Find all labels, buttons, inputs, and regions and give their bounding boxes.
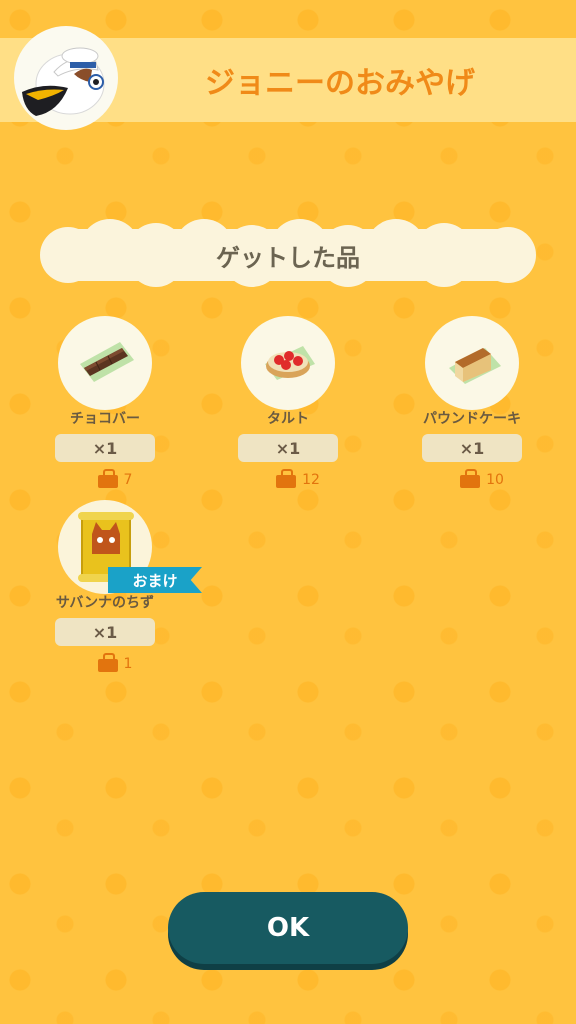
page-title: ジョニーのおみやげ bbox=[205, 66, 475, 101]
item-card[interactable]: パウンドケーキ ×1 10 bbox=[407, 316, 537, 491]
item-quantity: ×1 bbox=[238, 434, 338, 462]
bag-icon bbox=[97, 468, 118, 488]
section-title: ゲットした品 bbox=[216, 243, 360, 272]
item-name: サバンナのちず bbox=[55, 595, 155, 611]
item-price-value: 7 bbox=[123, 472, 133, 488]
bonus-badge: おまけ bbox=[108, 567, 202, 593]
chocolate-bar-icon bbox=[80, 342, 134, 382]
item-quantity: ×1 bbox=[55, 618, 155, 646]
pelican-sailor-icon bbox=[22, 47, 105, 116]
item-price: 12 bbox=[253, 468, 343, 490]
bag-icon bbox=[460, 468, 481, 488]
ok-button[interactable]: OK bbox=[168, 892, 408, 964]
item-price-value: 12 bbox=[302, 472, 320, 488]
item-price-value: 10 bbox=[486, 472, 504, 488]
bag-icon bbox=[276, 468, 297, 488]
strawberry-tart-icon bbox=[265, 346, 315, 380]
item-card[interactable]: タルト ×1 12 bbox=[223, 316, 353, 491]
item-quantity: ×1 bbox=[422, 434, 522, 462]
pound-cake-icon bbox=[449, 348, 501, 384]
item-price: 7 bbox=[70, 468, 160, 490]
item-name: チョコバー bbox=[70, 411, 140, 427]
item-name: パウンドケーキ bbox=[423, 411, 521, 427]
item-quantity: ×1 bbox=[55, 434, 155, 462]
item-price-value: 1 bbox=[123, 656, 133, 672]
item-price: 10 bbox=[437, 468, 527, 490]
item-name: タルト bbox=[267, 411, 309, 427]
item-card[interactable]: チョコバー ×1 7 bbox=[40, 316, 170, 491]
section-header-cloud: ゲットした品 bbox=[40, 219, 536, 291]
bag-icon bbox=[97, 652, 118, 672]
villager-avatar bbox=[14, 26, 118, 130]
item-price: 1 bbox=[70, 652, 160, 674]
